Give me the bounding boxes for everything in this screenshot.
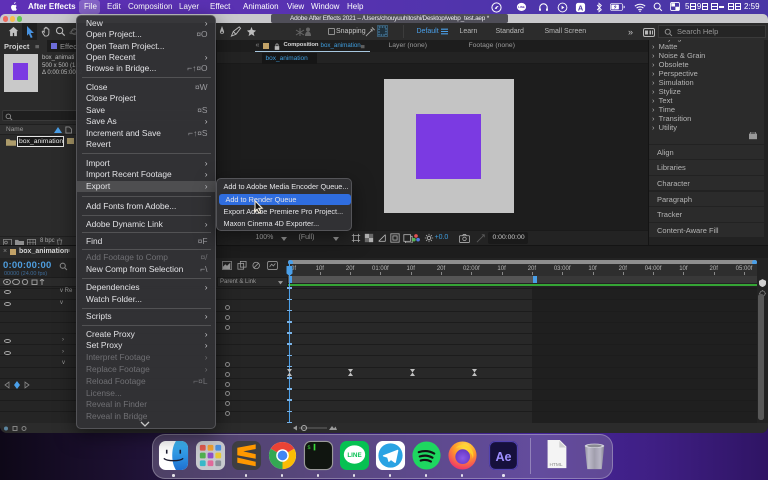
svg-text:$ ▍: $ ▍ (307, 444, 317, 451)
svg-text:LINE: LINE (347, 452, 361, 459)
svg-text:Ae: Ae (495, 450, 511, 464)
svg-text:LINE: LINE (518, 5, 525, 9)
svg-text:A: A (578, 3, 584, 12)
svg-text:HTML: HTML (549, 462, 562, 468)
